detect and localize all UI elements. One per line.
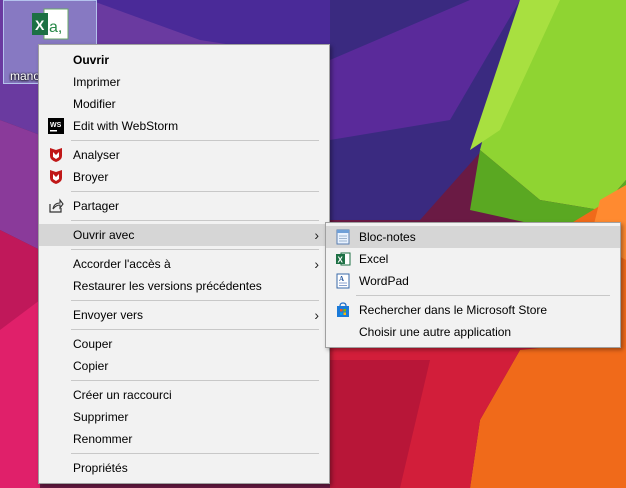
menu-separator xyxy=(71,249,319,250)
svg-text:A: A xyxy=(339,275,344,283)
submenu-item-bloc-notes[interactable]: Bloc-notes xyxy=(326,226,620,248)
menu-item-copier[interactable]: Copier xyxy=(39,355,329,377)
menu-separator xyxy=(71,300,319,301)
menu-separator xyxy=(71,329,319,330)
open-with-submenu: Bloc-notes X Excel A WordPad Rechercher … xyxy=(325,222,621,348)
submenu-item-choisir-application[interactable]: Choisir une autre application xyxy=(326,321,620,343)
webstorm-icon: WS xyxy=(48,118,64,134)
store-icon xyxy=(337,302,349,317)
menu-separator xyxy=(71,140,319,141)
svg-text:a,: a, xyxy=(49,19,62,36)
menu-item-supprimer[interactable]: Supprimer xyxy=(39,406,329,428)
submenu-item-microsoft-store[interactable]: Rechercher dans le Microsoft Store xyxy=(326,299,620,321)
menu-separator xyxy=(71,220,319,221)
menu-item-envoyer-vers[interactable]: Envoyer vers › xyxy=(39,304,329,326)
menu-item-ouvrir[interactable]: Ouvrir xyxy=(39,49,329,71)
menu-separator xyxy=(71,191,319,192)
menu-item-creer-raccourci[interactable]: Créer un raccourci xyxy=(39,384,329,406)
menu-item-imprimer[interactable]: Imprimer xyxy=(39,71,329,93)
menu-item-modifier[interactable]: Modifier xyxy=(39,93,329,115)
menu-item-analyser[interactable]: Analyser xyxy=(39,144,329,166)
menu-item-ouvrir-avec[interactable]: Ouvrir avec › xyxy=(39,224,329,246)
submenu-item-wordpad[interactable]: A WordPad xyxy=(326,270,620,292)
svg-text:X: X xyxy=(35,17,45,33)
excel-icon: X xyxy=(336,252,351,266)
chevron-right-icon: › xyxy=(314,307,319,323)
mcafee-shield-icon xyxy=(50,148,62,162)
excel-csv-file-icon: a, X xyxy=(32,8,69,40)
desktop-file-label: mano xyxy=(10,69,41,83)
mcafee-shield-icon xyxy=(50,170,62,184)
menu-item-restaurer-versions[interactable]: Restaurer les versions précédentes xyxy=(39,275,329,297)
menu-separator xyxy=(71,380,319,381)
chevron-right-icon: › xyxy=(314,256,319,272)
menu-item-accorder-acces[interactable]: Accorder l'accès à › xyxy=(39,253,329,275)
share-icon xyxy=(49,198,64,213)
menu-item-couper[interactable]: Couper xyxy=(39,333,329,355)
chevron-right-icon: › xyxy=(314,227,319,243)
context-menu: Ouvrir Imprimer Modifier WS Edit with We… xyxy=(38,44,330,484)
menu-item-renommer[interactable]: Renommer xyxy=(39,428,329,450)
menu-separator xyxy=(356,295,610,296)
menu-separator xyxy=(71,453,319,454)
svg-text:WS: WS xyxy=(50,122,62,129)
notepad-icon xyxy=(336,229,350,245)
menu-item-edit-webstorm[interactable]: WS Edit with WebStorm xyxy=(39,115,329,137)
menu-item-partager[interactable]: Partager xyxy=(39,195,329,217)
menu-item-proprietes[interactable]: Propriétés xyxy=(39,457,329,479)
svg-text:X: X xyxy=(338,256,344,265)
wordpad-icon: A xyxy=(336,273,350,289)
submenu-item-excel[interactable]: X Excel xyxy=(326,248,620,270)
menu-item-broyer[interactable]: Broyer xyxy=(39,166,329,188)
